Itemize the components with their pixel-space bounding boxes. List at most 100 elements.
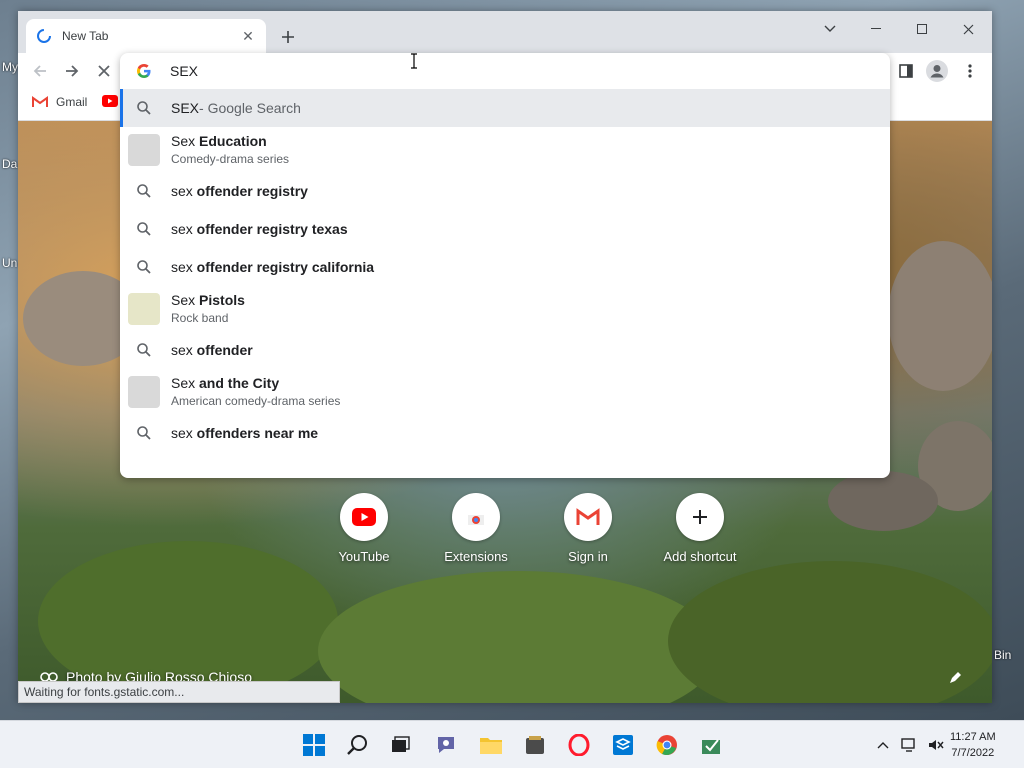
shortcut-label: Sign in — [568, 549, 608, 564]
suggestion-completion: and the City — [195, 375, 280, 391]
shortcut-tile[interactable] — [452, 493, 500, 541]
suggestion-row[interactable]: sex offender registry california — [120, 248, 890, 286]
app-button[interactable] — [609, 731, 637, 759]
app-button[interactable] — [521, 731, 549, 759]
suggestion-subtitle: Comedy-drama series — [171, 152, 290, 166]
opera-icon — [568, 734, 590, 756]
volume-button[interactable] — [922, 731, 950, 759]
shortcut-sign-in[interactable]: Sign in — [532, 493, 644, 583]
suggestion-list: SEX - Google Search Sex Education Comedy… — [120, 89, 890, 452]
volume-muted-icon — [929, 740, 944, 750]
suggestion-hint: - Google Search — [199, 100, 301, 116]
app-icon — [526, 736, 544, 754]
entity-thumbnail — [128, 133, 160, 166]
suggestion-text: sex — [171, 221, 193, 237]
close-icon — [98, 65, 110, 77]
minimize-icon — [871, 28, 881, 29]
desktop-icon-label[interactable]: Un — [2, 256, 17, 270]
suggestion-completion: Education — [195, 133, 267, 149]
suggestion-row[interactable]: sex offender registry texas — [120, 210, 890, 248]
chat-icon — [438, 737, 454, 753]
teams-chat-button[interactable] — [432, 731, 460, 759]
search-button[interactable] — [344, 731, 372, 759]
desktop-icon-label[interactable]: My — [2, 60, 18, 74]
minimize-button[interactable] — [862, 15, 890, 43]
back-button[interactable] — [28, 59, 52, 83]
suggestion-row[interactable]: sex offender registry — [120, 172, 890, 210]
suggestion-subtitle: Rock band — [171, 311, 229, 325]
profile-button[interactable] — [925, 59, 949, 83]
suggestion-text: Sex — [171, 292, 196, 308]
suggestion-text: Sex — [171, 133, 196, 149]
bookmark-youtube[interactable] — [102, 95, 118, 107]
chevron-down-icon — [824, 25, 836, 32]
tab-new-tab[interactable]: New Tab ✕ — [26, 19, 266, 53]
plus-icon — [693, 510, 707, 524]
omnibox-query[interactable]: SEX — [170, 63, 198, 79]
chevron-up-icon — [877, 742, 889, 749]
clock[interactable]: 11:27 AM 7/7/2022 — [950, 729, 996, 761]
opera-button[interactable] — [565, 731, 593, 759]
task-view-icon — [392, 736, 410, 752]
suggestion-text: Sex — [171, 375, 196, 391]
folder-icon — [480, 738, 502, 754]
desktop-icon-label[interactable]: Da — [2, 157, 17, 171]
app-icon — [613, 735, 633, 755]
app-button[interactable] — [697, 731, 725, 759]
new-tab-button[interactable] — [276, 25, 300, 49]
more-vertical-icon — [968, 64, 972, 78]
plus-icon — [282, 31, 294, 43]
suggestion-row[interactable]: SEX - Google Search — [120, 89, 890, 127]
app-icon — [702, 739, 720, 754]
close-icon — [963, 24, 973, 34]
shortcut-youtube[interactable]: YouTube — [308, 493, 420, 583]
recycle-bin-label[interactable]: Bin — [994, 648, 1011, 662]
shortcut-tile[interactable] — [564, 493, 612, 541]
shortcut-label: YouTube — [338, 549, 390, 564]
side-panel-icon — [899, 64, 913, 78]
arrow-right-icon — [66, 65, 79, 77]
entity-thumbnail — [128, 375, 160, 408]
suggestion-completion: offender registry texas — [192, 221, 348, 237]
suggestion-row[interactable]: sex offender — [120, 331, 890, 369]
shortcuts-grid: YouTube Extensions Sign in Add shortcut — [308, 493, 758, 583]
tab-search-button[interactable] — [816, 15, 844, 43]
omnibox-input[interactable]: SEX — [120, 53, 890, 89]
maximize-button[interactable] — [908, 15, 936, 43]
suggestion-row[interactable]: sex offenders near me — [120, 414, 890, 452]
suggestion-completion: offender — [192, 342, 253, 358]
bookmark-label: Gmail — [56, 95, 88, 109]
suggestion-subtitle: American comedy-drama series — [171, 394, 341, 408]
taskbar: 11:27 AM 7/7/2022 — [0, 720, 1024, 768]
network-button[interactable] — [896, 731, 924, 759]
search-icon — [137, 101, 151, 115]
shortcut-tile[interactable] — [340, 493, 388, 541]
chrome-button[interactable] — [653, 731, 681, 759]
pencil-icon[interactable] — [948, 671, 962, 685]
loading-spinner-icon — [37, 29, 51, 43]
suggestion-text: sex — [171, 342, 193, 358]
forward-button[interactable] — [60, 59, 84, 83]
search-icon — [347, 735, 367, 755]
omnibox-dropdown: SEX SEX - Google Search Sex Education Co… — [120, 53, 890, 478]
menu-button[interactable] — [958, 59, 982, 83]
shortcut-tile[interactable] — [676, 493, 724, 541]
file-explorer-button[interactable] — [477, 731, 505, 759]
suggestion-row[interactable]: Sex Education Comedy-drama series — [120, 127, 890, 172]
suggestion-completion: Pistols — [195, 292, 245, 308]
side-panel-button[interactable] — [894, 59, 918, 83]
shortcut-label: Extensions — [444, 549, 508, 564]
chrome-icon — [656, 735, 677, 756]
stop-loading-button[interactable] — [92, 59, 116, 83]
shortcut-add[interactable]: Add shortcut — [644, 493, 756, 583]
suggestion-row[interactable]: Sex and the City American comedy-drama s… — [120, 369, 890, 414]
bookmark-gmail[interactable]: Gmail — [32, 95, 87, 109]
suggestion-row[interactable]: Sex Pistols Rock band — [120, 286, 890, 331]
show-hidden-icons-button[interactable] — [869, 731, 897, 759]
shortcut-extensions[interactable]: Extensions — [420, 493, 532, 583]
start-button[interactable] — [300, 731, 328, 759]
task-view-button[interactable] — [386, 731, 414, 759]
close-tab-icon[interactable]: ✕ — [240, 28, 256, 44]
arrow-left-icon — [33, 65, 46, 77]
close-window-button[interactable] — [954, 15, 982, 43]
